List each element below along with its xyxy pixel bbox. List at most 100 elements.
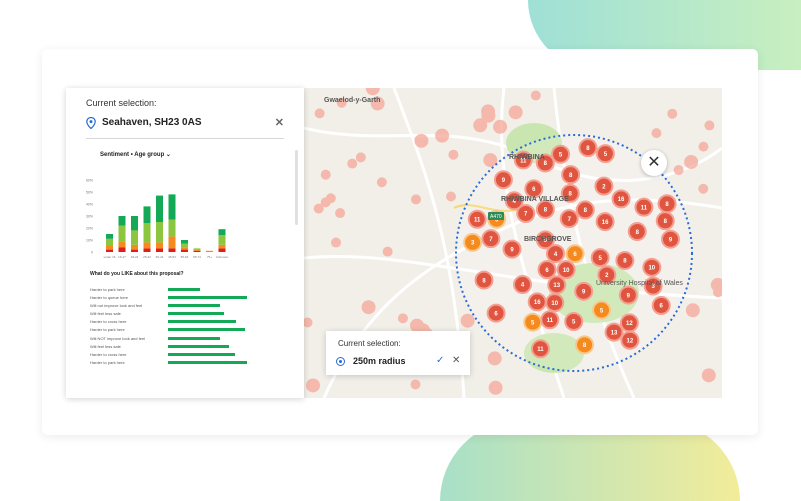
faded-map-pin[interactable] bbox=[483, 153, 498, 168]
faded-map-pin[interactable] bbox=[704, 120, 715, 131]
faded-map-pin[interactable] bbox=[488, 380, 503, 395]
chart-bar-segment[interactable] bbox=[156, 222, 163, 243]
chart-bar-segment[interactable] bbox=[106, 246, 113, 250]
panel-scrollbar[interactable] bbox=[295, 150, 298, 225]
faded-map-pin[interactable] bbox=[361, 300, 376, 315]
faded-map-pin[interactable] bbox=[487, 351, 502, 366]
chart-bar-segment[interactable] bbox=[218, 229, 226, 236]
faded-map-pin[interactable] bbox=[411, 194, 422, 205]
faded-map-pin[interactable] bbox=[355, 152, 366, 163]
x-tick-label: 16-17 bbox=[118, 255, 126, 259]
chart-bar-segment[interactable] bbox=[106, 249, 113, 252]
faded-map-pin[interactable] bbox=[306, 378, 321, 393]
faded-map-pin[interactable] bbox=[347, 158, 358, 169]
faded-map-pin[interactable] bbox=[365, 88, 380, 96]
faded-map-pin[interactable] bbox=[685, 303, 700, 318]
chart-bar-segment[interactable] bbox=[218, 235, 226, 245]
chart-bar-segment[interactable] bbox=[168, 236, 176, 249]
faded-map-pin[interactable] bbox=[382, 246, 393, 257]
faded-map-pin[interactable] bbox=[508, 105, 523, 120]
question-heading: What do you LIKE about this proposal? bbox=[90, 271, 184, 277]
chart-bar-segment[interactable] bbox=[218, 248, 226, 252]
faded-map-pin[interactable] bbox=[651, 128, 662, 139]
chart-bar-segment[interactable] bbox=[181, 240, 188, 244]
faded-map-pin[interactable] bbox=[414, 133, 429, 148]
chart-bar-segment[interactable] bbox=[118, 216, 126, 226]
map-cluster-count: 11 bbox=[641, 205, 648, 211]
chart-bar-segment[interactable] bbox=[131, 216, 138, 231]
faded-map-pin[interactable] bbox=[701, 368, 716, 383]
chart-bar-segment[interactable] bbox=[118, 225, 126, 242]
chart-bar-segment[interactable] bbox=[143, 206, 151, 224]
chevron-down-icon[interactable]: ⌄ bbox=[166, 152, 171, 158]
chart-bar-segment[interactable] bbox=[131, 230, 138, 245]
chart-bar-segment[interactable] bbox=[168, 248, 176, 252]
chart-bar-segment[interactable] bbox=[156, 242, 163, 249]
x-tick-label: under 16 bbox=[104, 255, 116, 259]
response-row: Harder to park here bbox=[90, 327, 245, 335]
faded-map-pin[interactable] bbox=[481, 104, 496, 119]
chart-bar-segment[interactable] bbox=[193, 248, 201, 250]
filter-row[interactable]: Sentiment • Age group ⌄ bbox=[66, 139, 304, 158]
filter-age-group[interactable]: Age group bbox=[134, 152, 164, 158]
map-cluster-count: 12 bbox=[627, 338, 634, 344]
faded-map-pin[interactable] bbox=[320, 169, 331, 180]
filter-sentiment[interactable]: Sentiment bbox=[100, 152, 129, 158]
chart-bar-segment[interactable] bbox=[193, 249, 201, 251]
chart-bar-segment[interactable] bbox=[156, 195, 163, 222]
response-row: Will NOT improve look and feel bbox=[90, 336, 221, 344]
chart-bar-segment[interactable] bbox=[106, 238, 113, 246]
map-cluster-count: 16 bbox=[602, 220, 609, 226]
faded-map-pin[interactable] bbox=[673, 164, 684, 175]
chart-bar-segment[interactable] bbox=[181, 249, 188, 252]
map-cluster-count: 10 bbox=[551, 301, 558, 307]
chart-bar-segment[interactable] bbox=[143, 223, 151, 243]
response-bar bbox=[168, 328, 245, 332]
chart-bar-segment[interactable] bbox=[181, 247, 188, 250]
response-list: Harder to park here Harder to queue here W… bbox=[90, 287, 248, 368]
chart-bar-segment[interactable] bbox=[168, 219, 176, 237]
close-map-icon[interactable]: ✕ bbox=[641, 150, 667, 176]
faded-map-pin[interactable] bbox=[397, 313, 408, 324]
chart-bar-segment[interactable] bbox=[143, 242, 151, 249]
response-label: Will feel less safe bbox=[90, 311, 121, 317]
x-tick-label: 18-24 bbox=[131, 255, 139, 259]
faded-map-pin[interactable] bbox=[446, 191, 457, 202]
chart-bar-segment[interactable] bbox=[143, 248, 151, 252]
faded-map-pin[interactable] bbox=[448, 149, 459, 160]
chart-bar-segment[interactable] bbox=[131, 249, 138, 252]
chart-bar-segment[interactable] bbox=[218, 244, 226, 249]
chart-bar-segment[interactable] bbox=[181, 243, 188, 248]
response-row: Harder to cross here bbox=[90, 319, 236, 327]
faded-map-pin[interactable] bbox=[473, 118, 488, 133]
filter-separator: • bbox=[130, 152, 133, 158]
clear-location-icon[interactable]: ✕ bbox=[275, 116, 284, 129]
cancel-x-icon[interactable]: ✕ bbox=[452, 355, 460, 366]
faded-map-pin[interactable] bbox=[376, 177, 387, 188]
faded-map-pin[interactable] bbox=[684, 154, 699, 169]
chart-bar-segment[interactable] bbox=[118, 247, 126, 252]
radius-selection-box: Current selection: 250m radius ✓ ✕ bbox=[326, 331, 470, 375]
faded-map-pin[interactable] bbox=[698, 183, 709, 194]
faded-map-pin[interactable] bbox=[314, 108, 325, 119]
faded-map-pin[interactable] bbox=[331, 237, 342, 248]
chart-bar-segment[interactable] bbox=[106, 234, 113, 239]
faded-map-pin[interactable] bbox=[493, 119, 508, 134]
chart-bar-segment[interactable] bbox=[193, 250, 201, 252]
faded-map-pin[interactable] bbox=[667, 108, 678, 119]
chart-bar-segment[interactable] bbox=[156, 248, 163, 252]
faded-map-pin[interactable] bbox=[304, 317, 313, 328]
faded-map-pin[interactable] bbox=[698, 141, 709, 152]
faded-map-pin[interactable] bbox=[460, 313, 475, 328]
chart-bar-segment[interactable] bbox=[118, 241, 126, 248]
faded-map-pin[interactable] bbox=[530, 90, 541, 101]
faded-map-pin[interactable] bbox=[435, 128, 450, 143]
radius-radio-icon[interactable] bbox=[336, 356, 345, 366]
faded-map-pin[interactable] bbox=[410, 379, 421, 390]
chart-bar-segment[interactable] bbox=[168, 194, 176, 220]
chart-bar-segment[interactable] bbox=[131, 244, 138, 250]
chart-bar-segment[interactable] bbox=[206, 250, 213, 252]
confirm-check-icon[interactable]: ✓ bbox=[436, 355, 444, 366]
response-bar bbox=[168, 360, 248, 364]
faded-map-pin[interactable] bbox=[335, 208, 346, 219]
